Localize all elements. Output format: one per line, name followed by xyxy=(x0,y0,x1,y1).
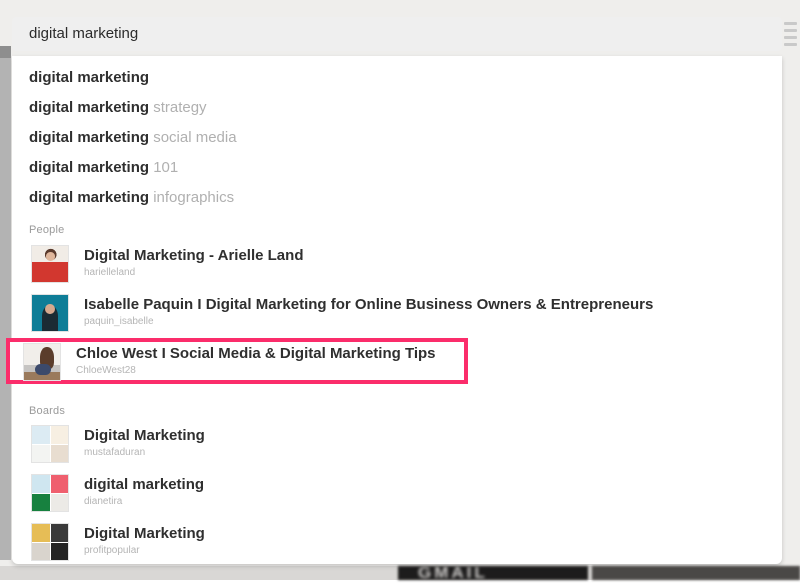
person-title: Isabelle Paquin I Digital Marketing for … xyxy=(84,296,654,313)
scrollbar-cap[interactable] xyxy=(0,46,11,58)
board-handle: mustafaduran xyxy=(84,447,146,458)
board-result-row[interactable]: digital marketing dianetira xyxy=(22,474,772,512)
section-heading-boards: Boards xyxy=(29,405,66,417)
suggestion-rest: 101 xyxy=(149,159,179,176)
backdrop-block-right xyxy=(592,566,800,580)
suggestion-row[interactable]: digital marketing 101 xyxy=(29,160,178,176)
suggestion-highlight: digital marketing xyxy=(29,69,150,86)
avatar xyxy=(31,294,69,332)
board-thumbnail xyxy=(31,474,69,512)
person-result-row-selected[interactable]: Chloe West I Social Media & Digital Mark… xyxy=(6,338,468,384)
board-title: Digital Marketing xyxy=(84,427,205,444)
suggestion-row[interactable]: digital marketing strategy xyxy=(29,100,207,116)
board-thumbnail xyxy=(31,523,69,561)
person-handle: ChloeWest28 xyxy=(76,365,136,376)
board-result-row[interactable]: Digital Marketing profitpopular xyxy=(22,523,772,561)
suggestion-row[interactable]: digital marketing xyxy=(29,70,149,86)
search-suggestions-panel: digital marketing digital marketing stra… xyxy=(12,56,782,564)
board-title: digital marketing xyxy=(84,476,205,493)
board-handle: profitpopular xyxy=(84,545,140,556)
board-text: Digital Marketing profitpopular xyxy=(84,524,205,557)
suggestion-rest: social media xyxy=(149,129,237,146)
scrollbar-thumb[interactable] xyxy=(0,58,11,560)
person-title: Digital Marketing - Arielle Land xyxy=(84,247,304,264)
backdrop-text: GMAIL xyxy=(418,563,488,582)
person-handle: harielleland xyxy=(84,267,136,278)
avatar xyxy=(31,245,69,283)
hamburger-list-icon[interactable] xyxy=(784,22,797,46)
avatar xyxy=(23,343,61,381)
board-text: digital marketing dianetira xyxy=(84,475,204,508)
person-text: Isabelle Paquin I Digital Marketing for … xyxy=(84,295,653,328)
suggestion-highlight: digital marketing xyxy=(29,99,150,116)
person-result-row[interactable]: Isabelle Paquin I Digital Marketing for … xyxy=(22,294,772,332)
suggestion-highlight: digital marketing xyxy=(29,159,150,176)
person-text: Digital Marketing - Arielle Land hariell… xyxy=(84,246,303,279)
person-result-row[interactable]: Digital Marketing - Arielle Land hariell… xyxy=(22,245,772,283)
suggestion-rest: infographics xyxy=(149,189,235,206)
board-title: Digital Marketing xyxy=(84,525,205,542)
person-text: Chloe West I Social Media & Digital Mark… xyxy=(76,344,436,377)
board-result-row[interactable]: Digital Marketing mustafaduran xyxy=(22,425,772,463)
board-text: Digital Marketing mustafaduran xyxy=(84,426,205,459)
suggestion-highlight: digital marketing xyxy=(29,189,150,206)
search-input[interactable]: digital marketing xyxy=(12,17,782,51)
section-heading-people: People xyxy=(29,224,65,236)
person-title: Chloe West I Social Media & Digital Mark… xyxy=(76,345,436,362)
suggestion-rest: strategy xyxy=(149,99,207,116)
suggestion-row[interactable]: digital marketing social media xyxy=(29,130,237,146)
board-handle: dianetira xyxy=(84,496,123,507)
suggestion-highlight: digital marketing xyxy=(29,129,150,146)
board-thumbnail xyxy=(31,425,69,463)
suggestion-row[interactable]: digital marketing infographics xyxy=(29,190,234,206)
person-handle: paquin_isabelle xyxy=(84,316,154,327)
search-input-value: digital marketing xyxy=(29,25,139,42)
